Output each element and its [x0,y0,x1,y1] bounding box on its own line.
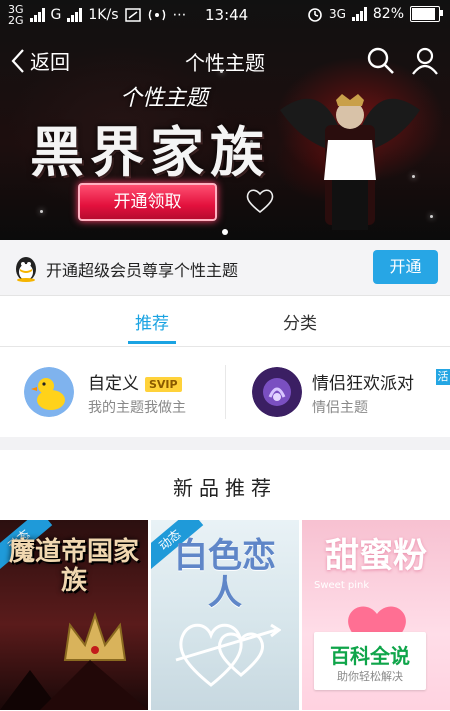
tab-bar: 推荐 分类 [0,296,450,347]
signal-icon [29,8,45,22]
category-subtitle: 我的主题我做主 [88,400,186,416]
section-title: 新品推荐 [173,476,277,500]
theme-card[interactable]: 动态 白色恋人 [151,520,299,710]
banner-figure-image [280,94,420,230]
theme-card-title: 甜蜜粉 [325,536,427,576]
category-couple-party[interactable]: 情侣狂欢派对 情侣主题 活 [226,347,450,437]
tab-category[interactable]: 分类 [255,309,345,334]
battery-icon [410,6,443,22]
banner-title: 黑界家族 [30,120,270,184]
signal-icon [67,8,83,22]
wireless-icon [148,9,165,21]
sparkle [40,210,43,213]
screenshot-icon [124,8,141,22]
category-name: 情侣狂欢派对 [312,374,414,394]
network-type: 3G 2G [8,3,24,27]
carousel-dots [0,220,450,239]
vip-promo-strip: 开通超级会员尊享个性主题 开通 [0,240,450,296]
vip-promo-text: 开通超级会员尊享个性主题 [46,261,239,280]
banner[interactable]: 3G 2G G 1K/s ⋯ 13:44 3G 82% 返回 个性主题 个性主题… [0,0,450,240]
status-bar: 3G 2G G 1K/s ⋯ 13:44 3G 82% [0,0,450,30]
category-custom[interactable]: 自定义 SVIP 我的主题我做主 [0,347,225,437]
duck-avatar-icon [24,367,74,417]
battery-percent: 82% [372,6,404,22]
tab-recommend[interactable]: 推荐 [107,309,197,334]
watermark-title: 百科全说 [330,644,410,668]
qq-penguin-icon [16,257,36,282]
svip-badge: SVIP [145,376,182,392]
watermark-subtitle: 助你轻松解决 [337,670,403,683]
network-type-mid: G [50,7,62,23]
couple-avatar-icon [252,367,302,417]
vip-open-button[interactable]: 开通 [373,250,438,284]
network-type-right: 3G [328,7,346,21]
banner-open-button[interactable]: 开通领取 [78,183,217,221]
network-speed: 1K/s [88,7,119,23]
category-name: 自定义 SVIP [88,369,182,394]
activity-badge: 活 [436,369,450,385]
category-subtitle: 情侣主题 [312,400,368,416]
dark-wing-image [0,660,148,710]
sparkle [430,215,433,218]
category-row: 自定义 SVIP 我的主题我做主 情侣狂欢派对 情侣主题 活 [0,347,450,437]
theme-card-title: 魔道帝国家族 [8,537,139,596]
watermark-logo: 百科全说 助你轻松解决 [314,632,426,690]
theme-card[interactable]: 动态 魔道帝国家族 [0,520,148,710]
more-icon: ⋯ [172,7,187,23]
clock: 13:44 [205,6,249,24]
signal-icon [351,7,367,21]
alarm-icon [308,8,322,22]
hearts-arrow-icon [175,623,281,687]
theme-card-subtitle: Sweet pink [314,580,370,591]
tab-active-indicator [128,341,176,344]
heart-icon [246,189,274,214]
carousel-dot [222,229,228,235]
